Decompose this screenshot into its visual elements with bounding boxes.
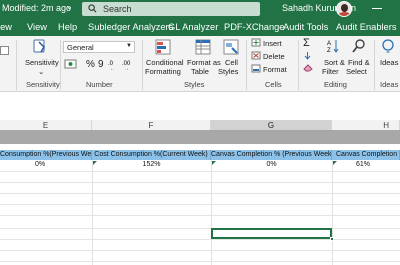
sort-filter-label[interactable]: Sort & bbox=[324, 58, 345, 67]
format-icon[interactable] bbox=[251, 64, 261, 75]
ideas-icon[interactable] bbox=[380, 38, 396, 56]
avatar[interactable] bbox=[336, 1, 352, 17]
group-label-number: Number bbox=[86, 80, 113, 89]
search-icon bbox=[88, 4, 97, 15]
chevron-down-icon: ▼ bbox=[126, 43, 132, 49]
find-select-label-2[interactable]: Select bbox=[346, 67, 367, 76]
group-label-sensitivity: Sensitivity bbox=[26, 80, 60, 89]
header-cell-f[interactable]: Cost Consumption %(Current Week) bbox=[92, 150, 211, 160]
value-cell-e[interactable]: 0% bbox=[0, 160, 80, 170]
sort-filter-label-2[interactable]: Filter bbox=[322, 67, 339, 76]
svg-text:Z: Z bbox=[327, 48, 331, 54]
worksheet-grid[interactable]: Consumption %(Previous Week) Cost Consum… bbox=[0, 144, 400, 265]
percent-icon[interactable]: % bbox=[86, 59, 95, 70]
decrease-decimal-icon[interactable]: .0 ← bbox=[108, 58, 120, 72]
active-cell[interactable] bbox=[211, 228, 332, 239]
tab-help[interactable]: Help bbox=[58, 22, 77, 32]
ideas-label[interactable]: Ideas bbox=[380, 58, 398, 67]
sort-filter-icon[interactable]: AZ bbox=[326, 38, 342, 56]
fill-handle[interactable] bbox=[330, 237, 334, 241]
group-label-ideas: Ideas bbox=[380, 80, 399, 89]
conditional-formatting-label[interactable]: Conditional bbox=[146, 58, 184, 67]
increase-decimal-icon[interactable]: .00 → bbox=[122, 58, 134, 72]
conditional-formatting-icon[interactable] bbox=[155, 39, 171, 57]
frozen-row-band bbox=[0, 130, 400, 144]
number-format-value: General bbox=[67, 43, 94, 52]
value-cell-f[interactable]: 152% bbox=[92, 160, 211, 170]
clipped-group-icon[interactable] bbox=[0, 46, 9, 55]
modified-status: Modified: 2m ago bbox=[2, 3, 72, 13]
fill-icon[interactable] bbox=[303, 51, 312, 62]
minimize-icon[interactable] bbox=[372, 8, 382, 9]
group-label-styles: Styles bbox=[184, 80, 205, 89]
cell-styles-icon[interactable] bbox=[223, 39, 239, 57]
tab-audit-tools[interactable]: Audit Tools bbox=[283, 22, 328, 32]
search-placeholder: Search bbox=[103, 4, 132, 14]
insert-label[interactable]: Insert bbox=[263, 39, 282, 48]
delete-label[interactable]: Delete bbox=[263, 52, 285, 61]
tab-subledger-analyzers[interactable]: Subledger Analyzers bbox=[88, 22, 173, 32]
header-cell-e[interactable]: Consumption %(Previous Week) bbox=[0, 150, 92, 160]
comma-style-icon[interactable]: 9 bbox=[98, 59, 104, 70]
clear-icon[interactable] bbox=[303, 63, 313, 74]
svg-text:A: A bbox=[327, 41, 331, 47]
value-cell-g[interactable]: 0% bbox=[211, 160, 332, 170]
cell-styles-label[interactable]: Cell bbox=[225, 58, 238, 67]
ribbon: Sensitivity ⌄ Sensitivity General ▼ % 9 … bbox=[0, 36, 400, 92]
accounting-format-icon[interactable] bbox=[64, 58, 78, 72]
format-label[interactable]: Format bbox=[263, 65, 287, 74]
delete-icon[interactable] bbox=[251, 51, 261, 62]
sensitivity-icon[interactable] bbox=[31, 38, 48, 57]
find-select-label[interactable]: Find & bbox=[348, 58, 370, 67]
format-as-table-icon[interactable] bbox=[195, 39, 211, 57]
header-cell-h[interactable]: Canvas Completion % (C bbox=[332, 150, 400, 160]
tab-pdf-xchange[interactable]: PDF-XChange bbox=[224, 22, 284, 32]
header-cell-g[interactable]: Canvas Completion % (Previous Week) bbox=[211, 150, 332, 160]
tab-view-full[interactable]: View bbox=[27, 22, 47, 32]
conditional-formatting-label-2[interactable]: Formatting bbox=[145, 67, 181, 76]
insert-icon[interactable] bbox=[251, 38, 261, 49]
tab-audit-enablers[interactable]: Audit Enablers bbox=[336, 22, 396, 32]
format-as-table-label[interactable]: Format as bbox=[187, 58, 221, 67]
tab-gl-analyzer[interactable]: GL Analyzer bbox=[168, 22, 218, 32]
format-as-table-label-2[interactable]: Table bbox=[191, 67, 209, 76]
cell-styles-label-2[interactable]: Styles bbox=[218, 67, 238, 76]
find-select-icon[interactable] bbox=[351, 38, 367, 56]
svg-text:→: → bbox=[124, 66, 129, 70]
search-box[interactable]: Search bbox=[82, 2, 260, 16]
tab-view[interactable]: iew bbox=[0, 22, 12, 32]
title-bar: Modified: 2m ago ⌄ Search Sahadh Kuruniy… bbox=[0, 0, 400, 19]
group-label-cells: Cells bbox=[265, 80, 282, 89]
ribbon-tabs: iew View Help Subledger Analyzers GL Ana… bbox=[0, 19, 400, 36]
chevron-down-icon[interactable]: ⌄ bbox=[38, 67, 44, 76]
autosum-icon[interactable]: Σ bbox=[303, 37, 310, 49]
group-label-editing: Editing bbox=[324, 80, 347, 89]
chevron-down-icon[interactable]: ⌄ bbox=[66, 2, 73, 11]
number-format-select[interactable]: General ▼ bbox=[63, 41, 135, 53]
svg-text:←: ← bbox=[110, 66, 115, 70]
sensitivity-label[interactable]: Sensitivity bbox=[25, 58, 59, 67]
value-cell-h[interactable]: 61% bbox=[332, 160, 400, 170]
